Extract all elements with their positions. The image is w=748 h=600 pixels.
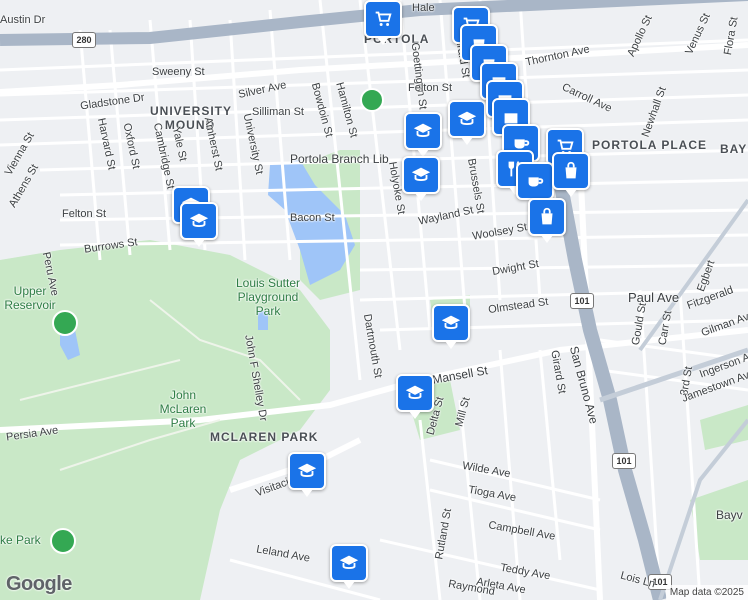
poi-marker-school[interactable]	[288, 452, 326, 497]
graduation-cap-icon	[297, 463, 317, 477]
street-label: Bacon St	[290, 212, 335, 224]
graduation-cap-icon	[339, 555, 359, 569]
street-label: Hale	[412, 2, 435, 14]
street-label: Paul Ave	[628, 290, 680, 305]
neighborhood-label: BAY	[720, 142, 748, 156]
poi-marker-school[interactable]	[448, 100, 486, 145]
highway-shield-101: 101	[612, 453, 636, 469]
map-attribution[interactable]: Map data ©2025	[665, 585, 748, 600]
graduation-cap-icon	[189, 213, 209, 227]
park-label: ke Park	[0, 533, 41, 547]
neighborhood-label: PORTOLA PLACE	[592, 138, 708, 152]
street-label: Silliman St	[252, 106, 304, 118]
park-pin-icon[interactable]	[360, 88, 384, 112]
coffee-cup-icon	[528, 177, 544, 187]
shopping-bag-icon	[565, 161, 577, 179]
poi-marker-school[interactable]	[330, 544, 368, 589]
street-label: Sweeny St	[152, 66, 205, 78]
highway-shield-101: 101	[570, 293, 594, 309]
park-pin-icon[interactable]	[52, 310, 78, 336]
poi-marker-shopping[interactable]	[528, 198, 566, 243]
street-label: Felton St	[62, 208, 107, 220]
poi-marker-school[interactable]	[404, 112, 442, 157]
graduation-cap-icon	[413, 123, 433, 137]
poi-marker-school[interactable]	[396, 374, 434, 419]
park-pin-icon[interactable]	[50, 528, 76, 554]
graduation-cap-icon	[441, 315, 461, 329]
shopping-cart-icon	[375, 11, 392, 26]
shopping-bag-icon	[541, 207, 553, 225]
poi-marker-school[interactable]	[402, 156, 440, 201]
map-canvas[interactable]: 280 101 101 101 PORTOLA UNIVERSITY MOUND…	[0, 0, 748, 600]
street-label: Bayv	[716, 508, 743, 522]
park-label: Louis Sutter Playground Park	[235, 276, 301, 318]
park-label: John McLaren Park	[159, 388, 207, 430]
street-label: Felton St	[408, 82, 453, 94]
poi-marker-shopping[interactable]	[364, 0, 402, 45]
highway-shield-280: 280	[72, 32, 96, 48]
neighborhood-label: MCLAREN PARK	[210, 430, 319, 444]
graduation-cap-icon	[411, 167, 431, 181]
poi-marker-cafe[interactable]	[516, 162, 554, 207]
library-label: Portola Branch Lib	[290, 152, 389, 166]
google-logo: Google	[6, 573, 72, 595]
poi-marker-school[interactable]	[432, 304, 470, 349]
graduation-cap-icon	[405, 385, 425, 399]
poi-marker-shopping[interactable]	[552, 152, 590, 197]
street-label: Austin Dr	[0, 14, 46, 26]
poi-marker-school[interactable]	[180, 202, 218, 247]
graduation-cap-icon	[457, 111, 477, 125]
